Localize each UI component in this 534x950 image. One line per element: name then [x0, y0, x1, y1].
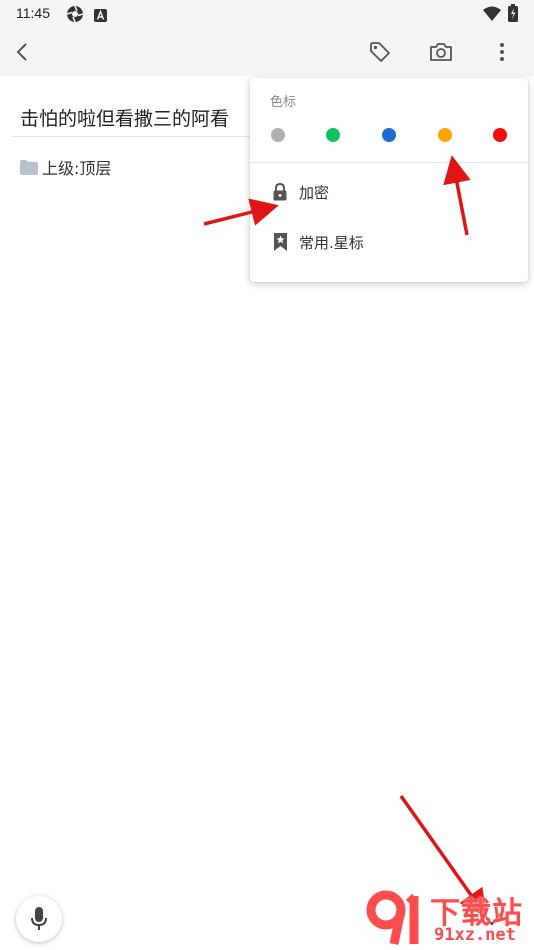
status-bar: 11:45 — [0, 0, 534, 28]
voice-input-button[interactable] — [16, 896, 62, 942]
title-underline — [12, 136, 252, 137]
watermark-logo — [366, 890, 419, 945]
color-dot-red[interactable] — [493, 128, 507, 142]
menu-item-encrypt[interactable]: 加密 — [250, 170, 528, 214]
aperture-icon — [66, 5, 84, 27]
popup-divider — [250, 162, 528, 163]
battery-icon — [508, 4, 518, 26]
color-dot-blue[interactable] — [382, 128, 396, 142]
bookmark-star-icon — [272, 233, 288, 251]
tag-button[interactable] — [364, 36, 396, 68]
camera-button[interactable] — [425, 36, 457, 68]
status-time: 11:45 — [16, 5, 50, 21]
wifi-icon — [483, 6, 501, 25]
menu-item-label: 加密 — [299, 183, 330, 202]
color-dot-green[interactable] — [326, 128, 340, 142]
lock-icon — [272, 183, 288, 201]
options-popup-menu: 色标 加密 常用.星标 — [250, 78, 528, 282]
camera-icon — [430, 43, 452, 61]
parent-folder-label: 上级:顶层 — [42, 159, 112, 178]
parent-folder[interactable]: 上级:顶层 — [20, 155, 111, 179]
back-button[interactable] — [6, 36, 38, 68]
color-dot-orange[interactable] — [438, 128, 452, 142]
watermark-url: 91xz.net — [434, 925, 516, 945]
tag-icon — [370, 42, 390, 62]
menu-item-favorite-star[interactable]: 常用.星标 — [250, 220, 528, 264]
chevron-left-icon — [16, 43, 27, 61]
color-dot-gray[interactable] — [271, 128, 285, 142]
a-notification-icon — [94, 7, 107, 26]
watermark: 下载站 91xz.net — [360, 880, 532, 948]
note-title-input[interactable]: 击怕的啦但看撒三的阿看 — [20, 104, 260, 131]
folder-icon — [20, 159, 38, 175]
toolbar — [0, 28, 534, 76]
more-vertical-icon — [500, 43, 504, 61]
color-tag-heading: 色标 — [270, 95, 297, 110]
menu-item-label: 常用.星标 — [299, 233, 364, 252]
microphone-icon — [31, 907, 47, 930]
more-options-button[interactable] — [486, 36, 518, 68]
